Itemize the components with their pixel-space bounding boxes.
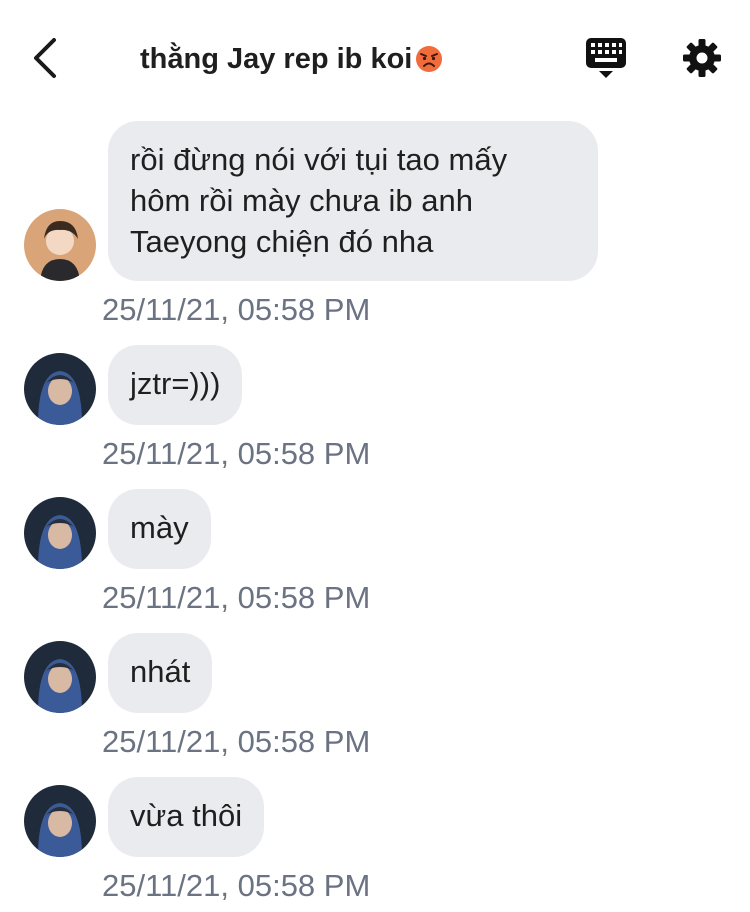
message-timestamp: 25/11/21, 05:58 PM xyxy=(102,436,371,471)
angry-face-emoji-icon xyxy=(416,46,443,72)
message-timestamp: 25/11/21, 05:58 PM xyxy=(102,724,371,759)
avatar-hooded-person-icon xyxy=(24,785,96,857)
message-text: mày xyxy=(130,510,189,545)
message-bubble[interactable]: jztr=))) xyxy=(108,345,243,425)
avatar-blonde-person-icon xyxy=(24,209,96,281)
message-bubble[interactable]: nhát xyxy=(108,633,213,713)
keyboard-toggle-button[interactable] xyxy=(584,36,628,80)
avatar[interactable] xyxy=(24,209,96,281)
message-text-line: hôm rồi mày chưa ib anh xyxy=(130,183,473,218)
chevron-left-icon xyxy=(34,38,56,78)
chat-title-text: thằng Jay rep ib koi xyxy=(140,43,413,75)
keyboard-icon xyxy=(586,38,626,78)
message-bubble[interactable]: vừa thôi xyxy=(108,777,265,857)
message-timestamp: 25/11/21, 05:58 PM xyxy=(102,292,371,327)
back-button[interactable] xyxy=(26,36,66,80)
message-timestamp: 25/11/21, 05:58 PM xyxy=(102,868,371,903)
chat-header: thằng Jay rep ib koi xyxy=(0,0,750,118)
message-text: jztr=))) xyxy=(130,366,221,401)
settings-button[interactable] xyxy=(680,36,724,80)
message-bubble[interactable]: rồi đừng nói với tụi tao mấy hôm rồi mày… xyxy=(108,121,598,281)
message-text: vừa thôi xyxy=(130,798,243,833)
avatar-hooded-person-icon xyxy=(24,497,96,569)
message-text: nhát xyxy=(130,654,191,689)
avatar[interactable] xyxy=(24,641,96,713)
message-timestamp: 25/11/21, 05:58 PM xyxy=(102,580,371,615)
chat-title: thằng Jay rep ib koi xyxy=(140,41,540,77)
message-text-line: Taeyong chiện đó nha xyxy=(130,224,434,259)
avatar[interactable] xyxy=(24,353,96,425)
message-bubble[interactable]: mày xyxy=(108,489,211,569)
avatar-hooded-person-icon xyxy=(24,353,96,425)
avatar[interactable] xyxy=(24,785,96,857)
message-text-line: rồi đừng nói với tụi tao mấy xyxy=(130,142,508,177)
gear-icon xyxy=(683,39,721,77)
avatar[interactable] xyxy=(24,497,96,569)
avatar-hooded-person-icon xyxy=(24,641,96,713)
